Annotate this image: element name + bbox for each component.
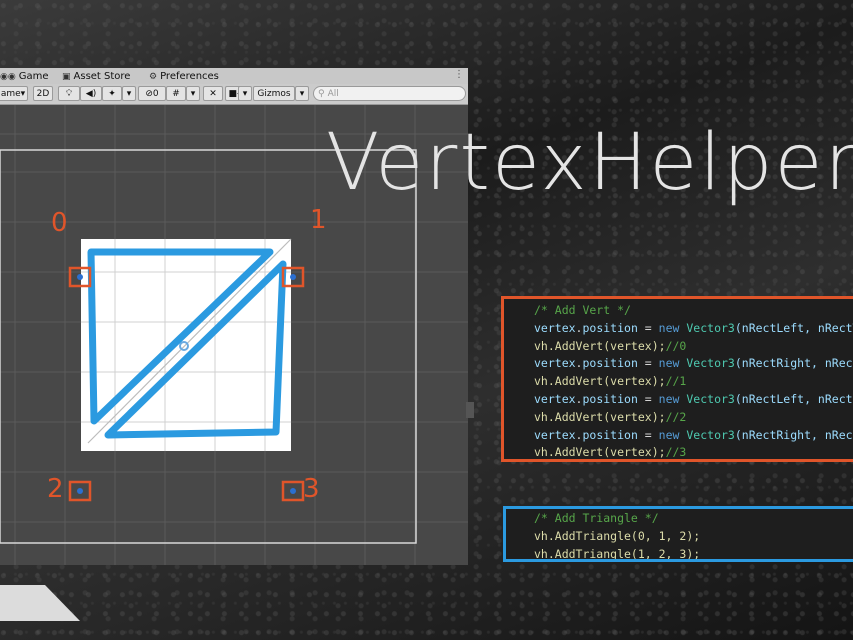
lighting-toggle[interactable]: 💡︎: [58, 86, 80, 101]
display-dropdown-label: ame: [0, 88, 21, 99]
more-options-icon[interactable]: ⋮: [454, 69, 464, 80]
chevron-down-icon: ▾: [190, 88, 196, 99]
hidden-count: 0: [152, 88, 159, 99]
code-line: vh.AddTriangle(1, 2, 3);: [534, 546, 701, 561]
vertex-handle-3[interactable]: [290, 488, 296, 494]
code-comment: /* Add Triangle */: [534, 511, 659, 525]
chevron-down-icon: ▾: [126, 88, 132, 99]
shopping-bag-icon: ▣: [62, 71, 71, 82]
eye-slash-icon: ⊘: [145, 88, 153, 99]
chevron-down-icon: ▾: [299, 88, 305, 99]
tab-game[interactable]: ◉◉ Game: [0, 70, 49, 83]
grid-toggle[interactable]: #: [166, 86, 186, 101]
tab-preferences[interactable]: ⚙ Preferences: [149, 70, 219, 83]
hidden-objects-toggle[interactable]: ⊘ 0: [138, 86, 166, 101]
display-dropdown[interactable]: ame ▾: [0, 86, 28, 101]
code-panel-add-vert: /* Add Vert */ vertex.position = new Vect…: [501, 296, 853, 462]
code-line: vh.AddVert(vertex);//1: [534, 374, 687, 389]
tab-asset-store-label: Asset Store: [73, 71, 131, 82]
chevron-down-icon: ▾: [242, 88, 248, 99]
gamepad-icon: ◉◉: [0, 71, 16, 82]
code-line: vh.AddVert(vertex);//0: [534, 338, 687, 353]
code-line: vertex.position = new Vector3(nRectRight…: [534, 356, 853, 371]
search-placeholder: All: [327, 88, 339, 99]
tab-game-label: Game: [18, 71, 49, 82]
audio-toggle[interactable]: ◀): [80, 86, 102, 101]
effects-dropdown[interactable]: ▾: [122, 86, 136, 101]
corner-decoration: [0, 585, 80, 621]
gizmos-dropdown[interactable]: ▾: [295, 86, 309, 101]
effects-toggle[interactable]: ✦: [102, 86, 122, 101]
code-comment: /* Add Vert */: [534, 303, 631, 317]
page-title: VertexHelper: [326, 118, 853, 208]
scene-toolbar: ame ▾ 2D 💡︎ ◀) ✦ ▾ ⊘ 0 # ▾ ✕ ■◂ ▾ Gizmos ▾…: [0, 84, 468, 105]
code-line: vertex.position = new Vector3(nRectLeft,…: [534, 391, 853, 406]
search-input[interactable]: ⚲ All: [313, 86, 466, 101]
mode-2d-button[interactable]: 2D: [33, 86, 53, 101]
speaker-icon: ◀): [85, 88, 97, 99]
grid-dropdown[interactable]: ▾: [186, 86, 200, 101]
tab-asset-store[interactable]: ▣ Asset Store: [62, 70, 130, 83]
effects-icon: ✦: [108, 88, 116, 99]
lightbulb-icon: 💡︎: [65, 88, 73, 99]
vertex-handle-1[interactable]: [290, 274, 296, 280]
code-line: vh.AddVert(vertex);//3: [534, 445, 687, 460]
tab-bar: ◉◉ Game ▣ Asset Store ⚙ Preferences ⋮: [0, 68, 468, 84]
vertex-handle-2[interactable]: [77, 488, 83, 494]
wrench-icon: ✕: [209, 88, 217, 99]
camera-dropdown[interactable]: ▾: [238, 86, 252, 101]
code-line: vh.AddTriangle(0, 1, 2);: [534, 528, 701, 543]
code-line: vertex.position = new Vector3(nRectRight…: [534, 427, 853, 442]
code-panel-add-triangle: /* Add Triangle */ vh.AddTriangle(0, 1, 2…: [503, 506, 853, 562]
vertex-handle-0[interactable]: [77, 274, 83, 280]
tools-toggle[interactable]: ✕: [203, 86, 223, 101]
search-icon: ⚲: [318, 88, 325, 99]
tab-preferences-label: Preferences: [160, 71, 219, 82]
scrollbar-handle[interactable]: [466, 402, 474, 418]
gizmos-label: Gizmos: [257, 88, 291, 99]
grid-icon: #: [172, 88, 180, 99]
mode-2d-label: 2D: [36, 88, 50, 99]
gizmos-button[interactable]: Gizmos: [253, 86, 295, 101]
code-line: vh.AddVert(vertex);//2: [534, 409, 687, 424]
code-line: vertex.position = new Vector3(nRectLeft,…: [534, 320, 853, 335]
gear-icon: ⚙: [149, 71, 158, 82]
code-lines: vertex.position = new Vector3(nRectLeft,…: [534, 320, 853, 460]
